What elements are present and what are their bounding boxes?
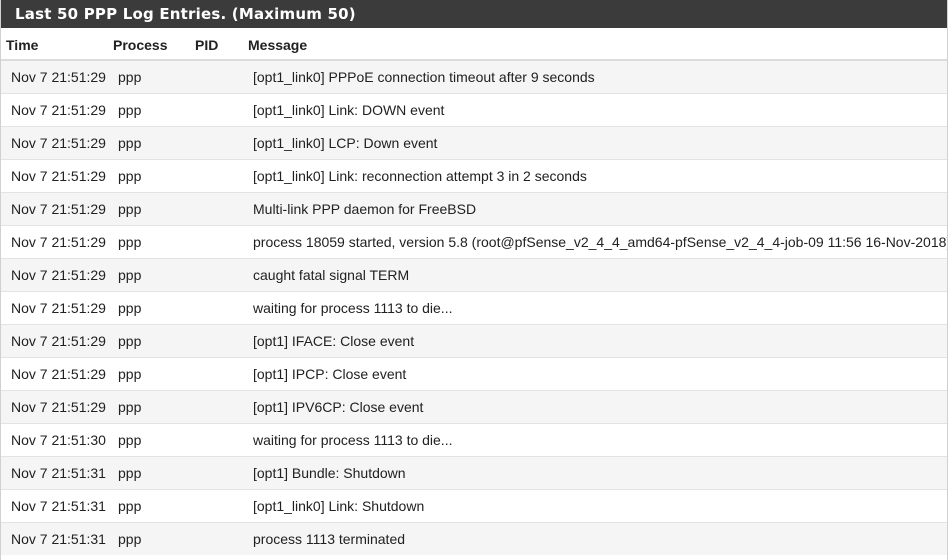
table-row: Nov 7 21:51:29 ppp [opt1] IFACE: Close e… [1, 323, 947, 357]
cell-message: caught fatal signal TERM [248, 257, 947, 291]
cell-process: ppp [113, 158, 195, 192]
cell-time: Nov 7 21:51:29 [1, 257, 113, 291]
cell-process: ppp [113, 191, 195, 225]
cell-message: waiting for process 1113 to die... [248, 290, 947, 324]
table-row: Nov 7 21:51:29 ppp [opt1] IPV6CP: Close … [1, 389, 947, 423]
cell-pid [195, 92, 248, 126]
table-row: Nov 7 21:51:29 ppp [opt1_link0] Link: DO… [1, 92, 947, 126]
cell-process: ppp [113, 455, 195, 489]
cell-pid [195, 455, 248, 489]
cell-process: ppp [113, 59, 195, 93]
cell-process: ppp [113, 356, 195, 390]
cell-pid [195, 521, 248, 555]
cell-time: Nov 7 21:51:31 [1, 488, 113, 522]
table-row: Nov 7 21:51:29 ppp [opt1_link0] LCP: Dow… [1, 125, 947, 159]
cell-pid [195, 224, 248, 258]
cell-time: Nov 7 21:51:31 [1, 455, 113, 489]
table-row: Nov 7 21:51:29 ppp Multi-link PPP daemon… [1, 191, 947, 225]
table-row: Nov 7 21:51:31 ppp process 1113 terminat… [1, 521, 947, 555]
table-row: Nov 7 21:51:29 ppp waiting for process 1… [1, 290, 947, 324]
cell-pid [195, 290, 248, 324]
column-header-message: Message [248, 28, 947, 61]
log-table: Time Process PID Message Nov 7 21:51:29 … [1, 28, 947, 555]
cell-pid [195, 323, 248, 357]
cell-process: ppp [113, 257, 195, 291]
cell-time: Nov 7 21:51:31 [1, 521, 113, 555]
column-header-process: Process [113, 28, 195, 61]
cell-message: [opt1] IPCP: Close event [248, 356, 947, 390]
cell-message: [opt1_link0] Link: DOWN event [248, 92, 947, 126]
cell-process: ppp [113, 92, 195, 126]
table-row: Nov 7 21:51:29 ppp process 18059 started… [1, 224, 947, 258]
cell-process: ppp [113, 224, 195, 258]
cell-message: [opt1] IFACE: Close event [248, 323, 947, 357]
cell-process: ppp [113, 422, 195, 456]
table-row: Nov 7 21:51:29 ppp [opt1] IPCP: Close ev… [1, 356, 947, 390]
table-row: Nov 7 21:51:30 ppp waiting for process 1… [1, 422, 947, 456]
cell-pid [195, 389, 248, 423]
cell-message: waiting for process 1113 to die... [248, 422, 947, 456]
cell-process: ppp [113, 389, 195, 423]
cell-message: [opt1] Bundle: Shutdown [248, 455, 947, 489]
cell-process: ppp [113, 521, 195, 555]
cell-pid [195, 158, 248, 192]
cell-time: Nov 7 21:51:29 [1, 158, 113, 192]
table-row: Nov 7 21:51:29 ppp [opt1_link0] PPPoE co… [1, 59, 947, 93]
column-header-time: Time [1, 28, 113, 61]
cell-time: Nov 7 21:51:29 [1, 389, 113, 423]
panel-title: Last 50 PPP Log Entries. (Maximum 50) [1, 0, 947, 28]
cell-pid [195, 488, 248, 522]
cell-time: Nov 7 21:51:29 [1, 290, 113, 324]
cell-pid [195, 59, 248, 93]
cell-pid [195, 356, 248, 390]
cell-pid [195, 125, 248, 159]
cell-process: ppp [113, 323, 195, 357]
cell-message: [opt1_link0] Link: reconnection attempt … [248, 158, 947, 192]
cell-time: Nov 7 21:51:29 [1, 224, 113, 258]
cell-message: process 1113 terminated [248, 521, 947, 555]
table-row: Nov 7 21:51:31 ppp [opt1] Bundle: Shutdo… [1, 455, 947, 489]
table-row: Nov 7 21:51:29 ppp [opt1_link0] Link: re… [1, 158, 947, 192]
cell-time: Nov 7 21:51:29 [1, 356, 113, 390]
cell-process: ppp [113, 290, 195, 324]
table-row: Nov 7 21:51:31 ppp [opt1_link0] Link: Sh… [1, 488, 947, 522]
ppp-log-panel: Last 50 PPP Log Entries. (Maximum 50) Ti… [0, 0, 948, 560]
cell-pid [195, 191, 248, 225]
cell-time: Nov 7 21:51:29 [1, 323, 113, 357]
cell-pid [195, 422, 248, 456]
cell-process: ppp [113, 488, 195, 522]
cell-time: Nov 7 21:51:29 [1, 191, 113, 225]
table-header-row: Time Process PID Message [1, 28, 947, 61]
cell-message: [opt1_link0] LCP: Down event [248, 125, 947, 159]
cell-time: Nov 7 21:51:30 [1, 422, 113, 456]
cell-message: Multi-link PPP daemon for FreeBSD [248, 191, 947, 225]
cell-message: [opt1_link0] PPPoE connection timeout af… [248, 59, 947, 93]
cell-message: process 18059 started, version 5.8 (root… [248, 224, 947, 258]
cell-message: [opt1] IPV6CP: Close event [248, 389, 947, 423]
cell-process: ppp [113, 125, 195, 159]
cell-time: Nov 7 21:51:29 [1, 59, 113, 93]
cell-time: Nov 7 21:51:29 [1, 92, 113, 126]
table-row: Nov 7 21:51:29 ppp caught fatal signal T… [1, 257, 947, 291]
cell-time: Nov 7 21:51:29 [1, 125, 113, 159]
column-header-pid: PID [195, 28, 248, 61]
cell-message: [opt1_link0] Link: Shutdown [248, 488, 947, 522]
cell-pid [195, 257, 248, 291]
